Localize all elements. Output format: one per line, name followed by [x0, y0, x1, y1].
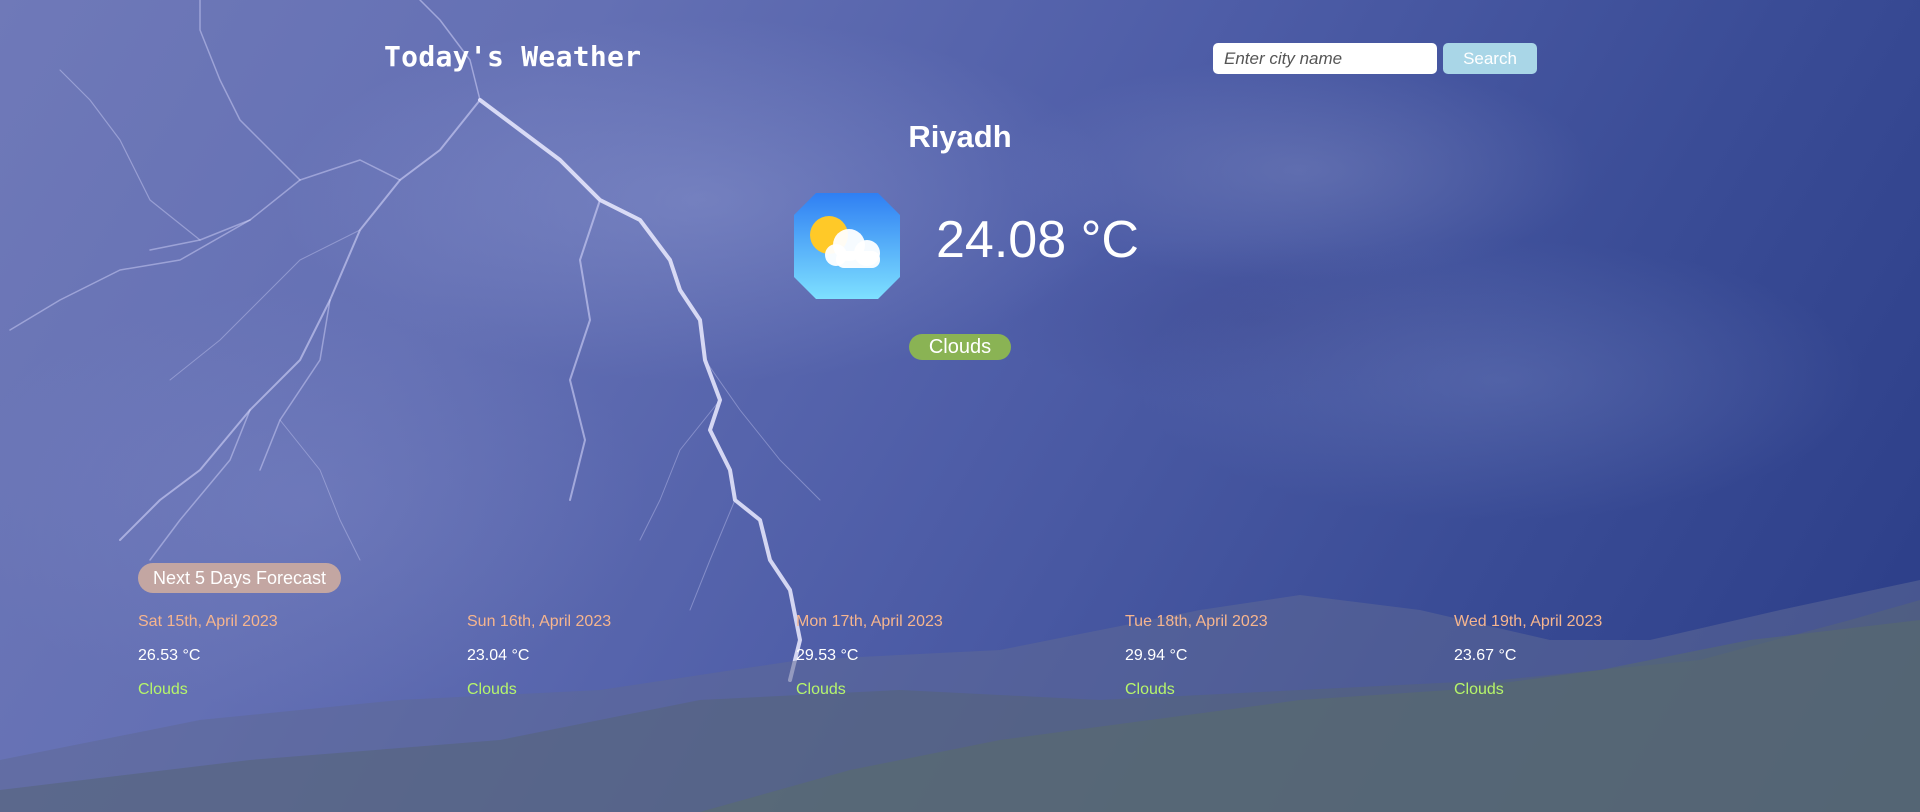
- search-button[interactable]: Search: [1443, 43, 1537, 74]
- forecast-temperature: 23.67 °C: [1454, 647, 1517, 664]
- forecast-date: Tue 18th, April 2023: [1125, 613, 1268, 630]
- forecast-date: Wed 19th, April 2023: [1454, 613, 1603, 630]
- forecast-temperature: 29.94 °C: [1125, 647, 1188, 664]
- city-search-input[interactable]: [1213, 43, 1437, 74]
- forecast-list: Sat 15th, April 2023 26.53 °C Clouds Sun…: [138, 613, 1783, 703]
- partly-cloudy-icon: [794, 193, 900, 299]
- current-temperature: 24.08 °C: [936, 211, 1139, 269]
- forecast-temperature: 26.53 °C: [138, 647, 201, 664]
- forecast-date: Sat 15th, April 2023: [138, 613, 278, 630]
- forecast-condition: Clouds: [796, 681, 846, 698]
- forecast-day: Sat 15th, April 2023 26.53 °C Clouds: [138, 613, 438, 701]
- current-condition-badge: Clouds: [909, 334, 1011, 360]
- forecast-condition: Clouds: [138, 681, 188, 698]
- forecast-heading: Next 5 Days Forecast: [138, 563, 341, 593]
- forecast-day: Tue 18th, April 2023 29.94 °C Clouds: [1125, 613, 1425, 701]
- forecast-date: Sun 16th, April 2023: [467, 613, 612, 630]
- lightning-bolt: [9, 0, 821, 682]
- forecast-day: Wed 19th, April 2023 23.67 °C Clouds: [1454, 613, 1754, 701]
- forecast-day: Sun 16th, April 2023 23.04 °C Clouds: [467, 613, 767, 701]
- forecast-condition: Clouds: [1454, 681, 1504, 698]
- city-name: Riyadh: [908, 119, 1012, 154]
- page-title: Today's Weather: [384, 40, 642, 73]
- forecast-temperature: 29.53 °C: [796, 647, 859, 664]
- forecast-condition: Clouds: [467, 681, 517, 698]
- forecast-condition: Clouds: [1125, 681, 1175, 698]
- forecast-date: Mon 17th, April 2023: [796, 613, 943, 630]
- forecast-day: Mon 17th, April 2023 29.53 °C Clouds: [796, 613, 1096, 701]
- forecast-temperature: 23.04 °C: [467, 647, 530, 664]
